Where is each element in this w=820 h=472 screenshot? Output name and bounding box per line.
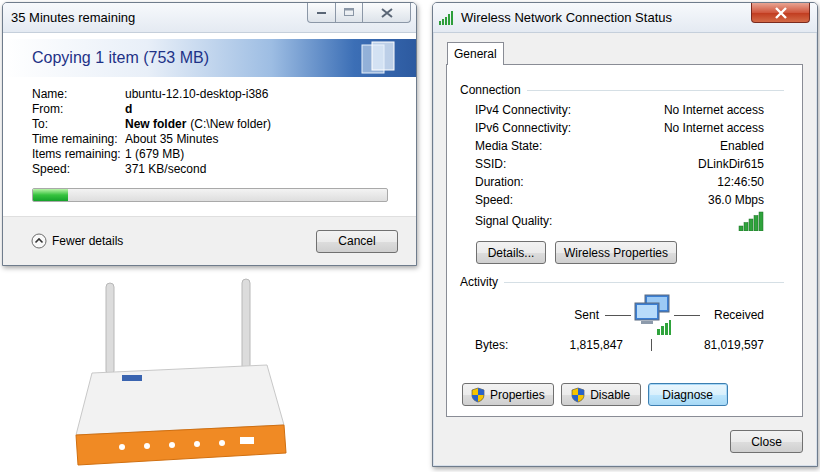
action-buttons: Properties Disable Diagnose — [460, 383, 764, 406]
connection-value: 36.0 Mbps — [664, 191, 764, 209]
title-bar[interactable]: Wireless Network Connection Status — [433, 3, 817, 33]
window-title: Wireless Network Connection Status — [455, 3, 751, 25]
received-header: Received — [671, 308, 764, 322]
bytes-sent: 1,815,847 — [570, 337, 623, 353]
caption-buttons — [307, 3, 411, 23]
signal-meter — [664, 209, 764, 233]
connection-label: SSID: — [475, 155, 664, 173]
toggle-label: Fewer details — [52, 234, 123, 248]
tab[interactable]: General — [447, 42, 504, 65]
shield-icon — [471, 387, 485, 403]
connection-button[interactable]: Details... — [476, 241, 546, 264]
close-icon — [774, 7, 788, 19]
maximize-icon — [344, 8, 355, 17]
maximize-button[interactable] — [336, 3, 363, 23]
router-photo — [62, 275, 297, 472]
details-toggle[interactable]: Fewer details — [31, 233, 123, 249]
detail-value: ubuntu-12.10-desktop-i386 — [125, 87, 416, 102]
detail-value: New folder(C:\New folder) — [125, 117, 416, 132]
bytes-sent-row: Bytes: 1,815,847 — [460, 337, 631, 353]
connection-value: No Internet access — [664, 101, 764, 119]
tab-panel: Connection IPv4 Connectivity:No Internet … — [446, 64, 803, 417]
progress-fill — [33, 189, 68, 201]
title-bar[interactable]: 35 Minutes remaining — [3, 3, 416, 33]
detail-label: Name: — [32, 87, 125, 102]
window-title: 35 Minutes remaining — [3, 3, 135, 25]
router-icon — [62, 275, 297, 472]
connection-label: Media State: — [475, 137, 664, 155]
close-button[interactable] — [363, 3, 411, 23]
cancel-button[interactable]: Cancel — [316, 230, 398, 253]
detail-value: d — [125, 102, 416, 117]
detail-label: Items remaining: — [32, 147, 125, 162]
computers-area — [631, 293, 671, 337]
copy-window: 35 Minutes remaining Copying 1 item (753 … — [2, 2, 417, 266]
tab-strip: General — [446, 42, 803, 64]
documents-icon — [358, 41, 398, 75]
detail-label: From: — [32, 102, 125, 117]
close-button[interactable] — [751, 3, 810, 23]
received-label: Received — [714, 308, 764, 322]
connection-buttons: Details... Wireless Properties — [460, 241, 764, 264]
connection-label: IPv6 Connectivity: — [475, 119, 664, 137]
signal-label: Signal Quality: — [475, 209, 664, 233]
copy-body: Copying 1 item (753 MB) Name:ubuntu-12.10… — [3, 33, 416, 216]
connection-list: IPv4 Connectivity:No Internet accessIPv6… — [460, 101, 764, 233]
detail-value: About 35 Minutes — [125, 132, 416, 147]
connection-label: Speed: — [475, 191, 664, 209]
bytes-received: 81,019,597 — [671, 338, 764, 352]
connection-button[interactable]: Wireless Properties — [555, 241, 677, 264]
chevron-icon — [31, 233, 47, 249]
copy-footer: Fewer details Cancel — [3, 216, 416, 265]
detail-value: 371 KB/second — [125, 162, 416, 177]
status-window: Wireless Network Connection Status Genera… — [432, 2, 818, 467]
status-client: General Connection IPv4 Connectivity:No In… — [433, 33, 817, 466]
detail-label: Time remaining: — [32, 132, 125, 147]
computers-icon — [631, 293, 671, 337]
minimize-button[interactable] — [307, 3, 336, 23]
minimize-icon — [317, 11, 327, 15]
connection-value: DLinkDir615 — [664, 155, 764, 173]
signal-icon — [439, 11, 455, 25]
close-icon — [381, 8, 393, 18]
progress-bar — [32, 188, 388, 202]
bytes-divider — [631, 339, 671, 351]
connection-heading: Connection — [460, 82, 764, 98]
copy-header: Copying 1 item (753 MB) — [3, 39, 416, 77]
action-button[interactable]: Diagnose — [648, 383, 728, 406]
desktop: 35 Minutes remaining Copying 1 item (753 … — [0, 0, 820, 472]
connection-value: No Internet access — [664, 119, 764, 137]
connection-value: Enabled — [664, 137, 764, 155]
details-list: Name:ubuntu-12.10-desktop-i386From:dTo:N… — [3, 77, 416, 177]
action-button[interactable]: Properties — [462, 383, 554, 406]
action-button[interactable]: Disable — [561, 383, 641, 406]
shield-icon — [571, 387, 585, 403]
sent-header: Sent — [460, 308, 631, 322]
connection-label: IPv4 Connectivity: — [475, 101, 664, 119]
connection-label: Duration: — [475, 173, 664, 191]
activity-heading: Activity — [460, 274, 764, 290]
sent-label: Sent — [574, 308, 599, 322]
close-row: Close — [446, 430, 803, 453]
detail-label: To: — [32, 117, 125, 132]
connection-value: 12:46:50 — [664, 173, 764, 191]
copy-heading: Copying 1 item (753 MB) — [32, 49, 209, 67]
activity-area: Sent Received Bytes: 1,815,847 81,019,597 — [460, 293, 764, 353]
detail-value: 1 (679 MB) — [125, 147, 416, 162]
bytes-label: Bytes: — [475, 337, 508, 353]
detail-label: Speed: — [32, 162, 125, 177]
close-dialog-button[interactable]: Close — [730, 430, 803, 453]
signal-bars-icon — [738, 211, 764, 231]
